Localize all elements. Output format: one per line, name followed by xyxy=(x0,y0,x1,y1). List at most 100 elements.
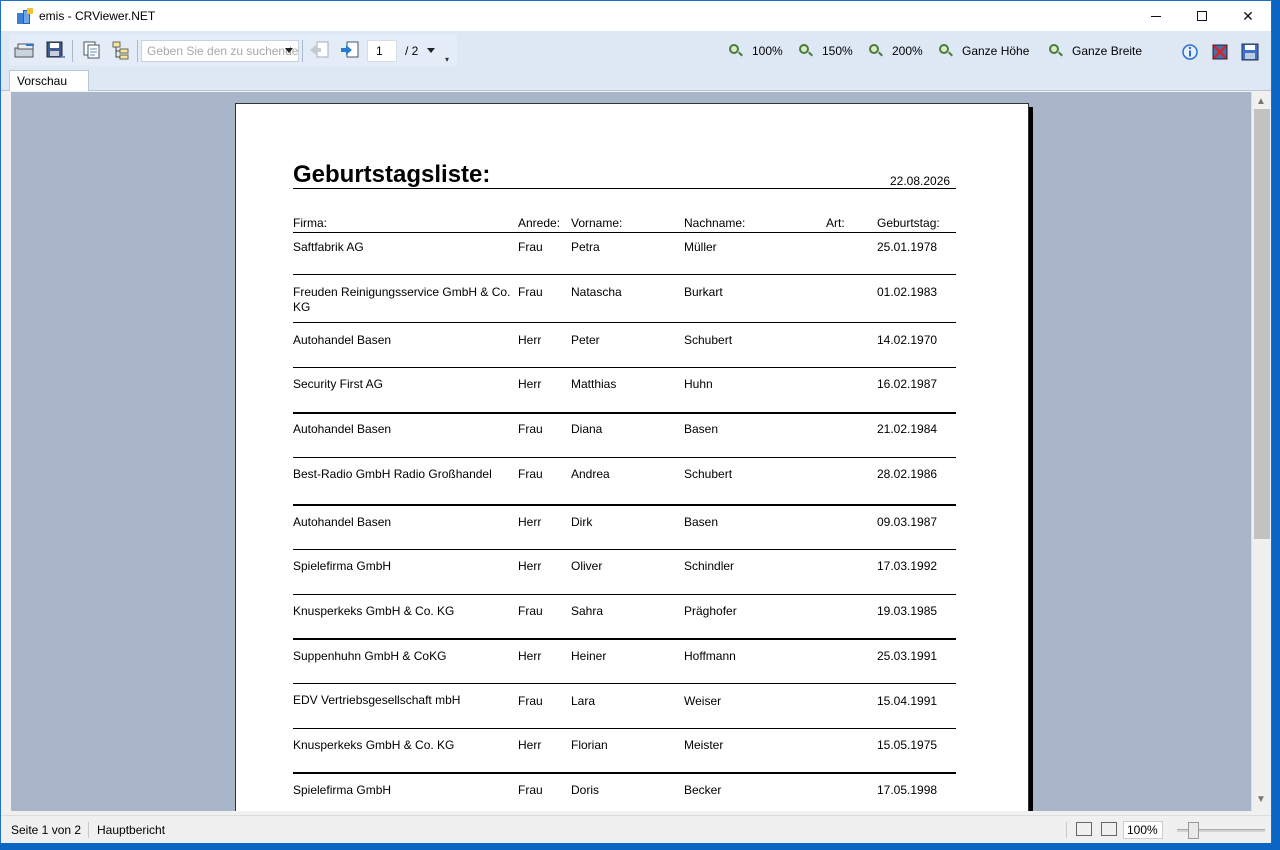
group-tree-icon xyxy=(112,41,129,60)
cell-firma: Spielefirma GmbH xyxy=(293,783,392,797)
zoom-icon xyxy=(869,44,883,58)
cell-anrede: Herr xyxy=(518,333,542,347)
cell-anrede: Herr xyxy=(518,649,542,663)
vertical-scrollbar[interactable]: ▲ ▼ xyxy=(1251,92,1271,811)
row-divider xyxy=(293,322,956,323)
copy-button[interactable] xyxy=(79,39,103,61)
row-divider xyxy=(293,274,956,275)
toolbar-separator xyxy=(137,40,138,62)
info-icon xyxy=(1182,44,1198,60)
cell-firma: Security First AG xyxy=(293,377,384,391)
cell-vorname: Heiner xyxy=(571,649,607,663)
header-nachname: Nachname: xyxy=(684,216,746,230)
maximize-button[interactable] xyxy=(1179,1,1225,31)
cell-geburtstag: 21.02.1984 xyxy=(877,422,938,436)
export-button[interactable] xyxy=(13,39,37,61)
title-bar: emis - CRViewer.NET ✕ xyxy=(1,1,1271,31)
fit-page-icon[interactable] xyxy=(1101,822,1117,836)
cell-anrede: Herr xyxy=(518,377,542,391)
row-divider xyxy=(293,457,956,458)
cell-nachname: Schindler xyxy=(684,559,735,573)
cell-anrede: Frau xyxy=(518,422,543,436)
row-divider xyxy=(293,638,956,640)
zoom-100-label: 100% xyxy=(752,44,783,58)
report-viewport[interactable]: Geburtstagsliste: 22.08.2026 Firma: Anre… xyxy=(11,92,1251,811)
zoom-full-height-button[interactable]: Ganze Höhe xyxy=(939,42,1029,60)
cell-anrede: Frau xyxy=(518,285,543,299)
header-art: Art: xyxy=(826,216,845,230)
search-input[interactable]: Geben Sie den zu suchenden Text ein xyxy=(141,40,299,62)
zoom-icon xyxy=(799,44,813,58)
cell-geburtstag: 25.01.1978 xyxy=(877,240,938,254)
cell-firma: Suppenhuhn GmbH & CoKG xyxy=(293,649,447,663)
cell-nachname: Meister xyxy=(684,738,724,752)
report-date: 22.08.2026 xyxy=(890,174,951,188)
scrollbar-thumb[interactable] xyxy=(1254,109,1270,539)
cell-firma: Best-Radio GmbH Radio Großhandel xyxy=(293,467,492,481)
cell-geburtstag: 15.04.1991 xyxy=(877,694,938,708)
cell-nachname: Basen xyxy=(684,422,719,436)
header-geburtstag: Geburtstag: xyxy=(877,216,940,230)
zoom-full-width-label: Ganze Breite xyxy=(1072,44,1143,58)
cell-geburtstag: 16.02.1987 xyxy=(877,377,938,391)
cell-anrede: Frau xyxy=(518,604,543,618)
group-tree-button[interactable] xyxy=(109,39,133,61)
cell-geburtstag: 25.03.1991 xyxy=(877,649,938,663)
row-divider xyxy=(293,728,956,729)
zoom-full-height-label: Ganze Höhe xyxy=(962,44,1030,58)
cell-vorname: Oliver xyxy=(571,559,603,573)
cell-anrede: Herr xyxy=(518,515,542,529)
cell-anrede: Frau xyxy=(518,240,543,254)
row-divider xyxy=(293,367,956,368)
cell-firma: Knusperkeks GmbH & Co. KG xyxy=(293,604,455,618)
zoom-100-button[interactable]: 100% xyxy=(729,42,783,60)
zoom-150-label: 150% xyxy=(822,44,853,58)
save-icon xyxy=(1241,43,1259,61)
close-button[interactable]: ✕ xyxy=(1225,1,1271,31)
toolbar: Geben Sie den zu suchenden Text ein 1 / … xyxy=(1,31,1271,69)
zoom-150-button[interactable]: 150% xyxy=(799,42,853,60)
zoom-200-button[interactable]: 200% xyxy=(869,42,923,60)
cell-anrede: Herr xyxy=(518,738,542,752)
zoom-icon xyxy=(1049,44,1063,58)
next-page-button[interactable] xyxy=(337,39,361,61)
status-separator xyxy=(1066,822,1067,838)
cell-firma: Saftfabrik AG xyxy=(293,240,364,254)
zoom-level-field[interactable]: 100% xyxy=(1123,821,1163,839)
cell-nachname: Burkart xyxy=(684,285,723,299)
cell-firma: Autohandel Basen xyxy=(293,422,392,436)
toolbar-separator xyxy=(302,40,303,62)
previous-page-button[interactable] xyxy=(307,39,331,61)
next-page-icon xyxy=(341,41,359,58)
viewer-window: emis - CRViewer.NET ✕ Geben Sie den zu s… xyxy=(0,0,1272,843)
cell-vorname: Peter xyxy=(571,333,600,347)
app-icon xyxy=(17,8,33,24)
cell-vorname: Petra xyxy=(571,240,600,254)
save-report-button[interactable] xyxy=(43,39,67,61)
info-button[interactable] xyxy=(1181,43,1199,61)
tab-preview[interactable]: Vorschau xyxy=(9,70,89,91)
search-dropdown-icon[interactable] xyxy=(285,48,293,53)
cell-vorname: Andrea xyxy=(571,467,610,481)
close-report-button[interactable] xyxy=(1211,43,1229,61)
cell-vorname: Florian xyxy=(571,738,608,752)
zoom-full-width-button[interactable]: Ganze Breite xyxy=(1049,42,1142,60)
minimize-button[interactable] xyxy=(1133,1,1179,31)
status-page-info: Seite 1 von 2 xyxy=(11,823,82,837)
row-divider xyxy=(293,594,956,595)
status-bar: Seite 1 von 2 Hauptbericht 100% xyxy=(1,815,1271,843)
page-dropdown-icon[interactable] xyxy=(427,48,435,53)
cell-anrede: Frau xyxy=(518,467,543,481)
save-button[interactable] xyxy=(1241,43,1259,61)
toolbar-overflow-icon[interactable]: ▾ xyxy=(445,56,449,64)
zoom-slider-thumb[interactable] xyxy=(1188,822,1199,839)
scroll-up-icon[interactable]: ▲ xyxy=(1256,96,1266,107)
scroll-down-icon[interactable]: ▼ xyxy=(1256,794,1266,805)
cell-geburtstag: 09.03.1987 xyxy=(877,515,938,529)
page-total: / 2 xyxy=(405,44,419,58)
page-number-input[interactable]: 1 xyxy=(367,40,397,62)
row-divider xyxy=(293,772,956,774)
row-divider xyxy=(293,412,956,414)
fit-width-icon[interactable] xyxy=(1076,822,1092,836)
row-divider xyxy=(293,504,956,506)
